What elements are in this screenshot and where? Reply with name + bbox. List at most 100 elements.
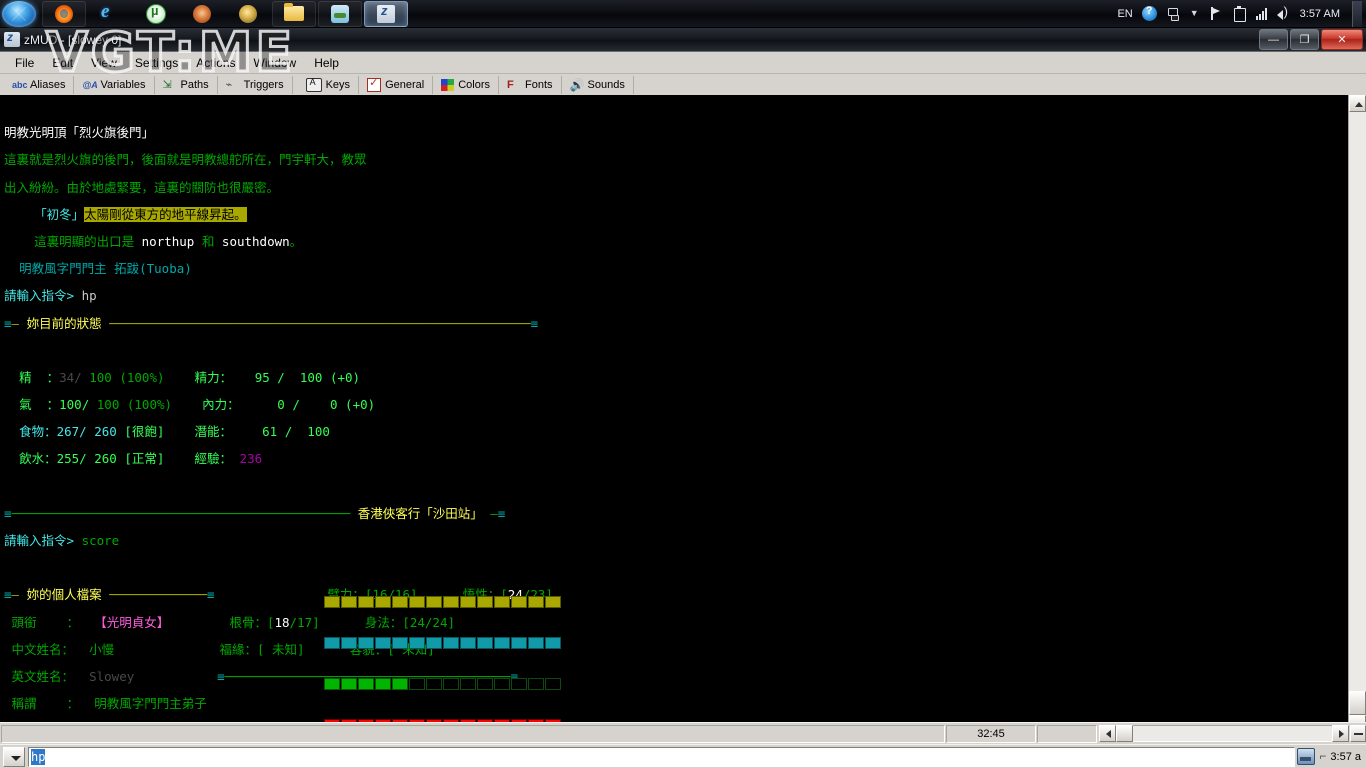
toolbar-aliases[interactable]: abc Aliases <box>4 76 75 94</box>
hp-rnote-1b: (+0) <box>345 397 376 413</box>
toolbar-general[interactable]: General <box>359 76 434 94</box>
hp-max-1a: 100 <box>89 369 112 385</box>
hscroll-thumb[interactable] <box>1116 725 1133 742</box>
minimize-button[interactable]: — <box>1259 29 1288 50</box>
zmud-window: zMUD - [slowey 0] — ❐ ✕ File Edit View S… <box>0 28 1366 750</box>
hp-label-1d: 飲水： <box>19 451 57 467</box>
tray-clock[interactable]: 3:57 AM <box>1300 8 1340 20</box>
menu-help[interactable]: Help <box>305 54 348 72</box>
bar-cell <box>477 677 493 690</box>
horizontal-scrollbar[interactable] <box>1099 725 1349 743</box>
hp-rcur-1c: 61 / <box>262 424 293 440</box>
command-input[interactable]: hp <box>28 746 1296 767</box>
maximize-button[interactable]: ❐ <box>1290 29 1319 50</box>
battery-icon[interactable] <box>1232 6 1247 22</box>
toolbar-keys[interactable]: Keys <box>298 76 360 94</box>
hp-rlabel-1c: 潛能： <box>194 424 233 440</box>
signal-icon[interactable] <box>1255 7 1267 20</box>
food-bar <box>324 596 561 610</box>
zmud-icon <box>377 3 395 23</box>
vertical-scrollbar[interactable] <box>1348 95 1366 732</box>
score-label-0: 頭銜 ： <box>11 614 80 630</box>
attr-tail-2: /17] <box>289 614 320 630</box>
system-tray: EN ▼ 3:57 AM <box>1117 0 1366 27</box>
show-desktop-button[interactable] <box>1352 0 1362 27</box>
taskbar-item-utorrent[interactable] <box>134 1 178 27</box>
gun-icon[interactable]: ⌐ <box>1319 749 1326 764</box>
hscroll-track[interactable] <box>1133 725 1332 742</box>
menu-window[interactable]: Window <box>245 54 306 72</box>
toolbar-colors[interactable]: Colors <box>433 76 499 94</box>
attr-label-2: 根骨： <box>229 614 267 630</box>
scroll-left-button[interactable] <box>1099 725 1116 742</box>
taskbar-item-paint[interactable] <box>318 0 362 27</box>
toolbar-paths-label: Paths <box>180 79 209 91</box>
toolbar-paths[interactable]: ⇲ Paths <box>155 76 218 94</box>
taskbar-item-firefox[interactable] <box>42 0 86 27</box>
command-history-dropdown[interactable] <box>3 746 25 767</box>
bar-cell <box>324 636 340 649</box>
hp-row-1d: 飲水：255/ 260 [正常] 經驗： 236 <box>4 452 1348 466</box>
connection-status-icon[interactable] <box>1297 748 1316 765</box>
scroll-thumb[interactable] <box>1349 691 1366 715</box>
start-button[interactable] <box>2 0 36 27</box>
scroll-up-button[interactable] <box>1349 95 1366 112</box>
exit-and: 和 <box>201 233 215 249</box>
menu-view[interactable]: View <box>82 54 126 72</box>
utorrent-icon <box>146 3 166 24</box>
resize-grip[interactable] <box>1350 725 1366 742</box>
hp-max-1d: 260 <box>94 451 117 467</box>
bar-cell <box>426 636 442 649</box>
score-row-2: 英文姓名： Slowey ≡──────────────────────────… <box>11 668 519 684</box>
menu-settings[interactable]: Settings <box>126 54 187 72</box>
taskbar-item-bird-app[interactable] <box>180 1 224 27</box>
prompt-line-1: 請輸入指令> hp <box>4 289 1348 303</box>
jing-bar <box>324 677 561 692</box>
chevron-up-icon[interactable]: ▼ <box>1190 9 1199 18</box>
bar-cell <box>494 677 510 690</box>
bar-cell <box>392 596 408 609</box>
hp-blank-1 <box>4 344 1348 358</box>
zmud-app-icon[interactable] <box>4 30 20 47</box>
network-icon[interactable] <box>1166 6 1181 21</box>
scroll-right-button[interactable] <box>1332 725 1349 742</box>
ie-icon <box>101 1 119 23</box>
hp-cur-1c: 267/ <box>56 424 87 440</box>
taskbar-item-explorer[interactable] <box>272 0 316 27</box>
bar-cell <box>477 596 493 609</box>
flag-icon[interactable] <box>1208 6 1223 21</box>
close-button[interactable]: ✕ <box>1321 29 1363 50</box>
toolbar-triggers[interactable]: ⌁ Triggers <box>218 76 293 94</box>
menu-edit[interactable]: Edit <box>43 54 82 72</box>
taskbar-item-zmud[interactable] <box>364 0 408 27</box>
hp-rmax-1c: 100 <box>307 424 330 440</box>
command-clock: 3:57 a <box>1330 750 1361 763</box>
menu-actions[interactable]: Actions <box>187 54 244 72</box>
room-desc-1: 這裏就是烈火旗的後門，後面就是明教總舵所在，門宇軒大，教眾 <box>4 152 367 168</box>
bar-cell <box>511 636 527 649</box>
toolbar-fonts[interactable]: F Fonts <box>499 76 562 94</box>
hp-note-1d: [正常] <box>124 451 165 467</box>
toolbar-triggers-label: Triggers <box>243 79 284 91</box>
taskbar-item-globe-app[interactable] <box>226 1 270 27</box>
volume-icon[interactable] <box>1276 4 1291 21</box>
tray-language[interactable]: EN <box>1117 8 1132 20</box>
toolbar-sounds[interactable]: 🔊 Sounds <box>562 76 634 94</box>
help-icon[interactable] <box>1141 5 1157 21</box>
bar-cell <box>460 636 476 649</box>
menu-file[interactable]: File <box>6 54 43 72</box>
hp-max-1c: 260 <box>94 424 117 440</box>
bar-cell <box>409 677 425 690</box>
bar-cell <box>460 596 476 609</box>
hp-blank-2 <box>4 480 1348 494</box>
toolbar-variables[interactable]: @A Variables <box>74 76 155 94</box>
bar-cell <box>392 677 408 690</box>
score-row-3: 稱謂 ： 明教風字門門主弟子 <box>4 697 1348 711</box>
room-title-line: 明教光明頂「烈火旗後門」 <box>4 126 1348 140</box>
mud-output[interactable]: 明教光明頂「烈火旗後門」 這裏就是烈火旗的後門，後面就是明教總舵所在，門宇軒大，… <box>0 95 1348 732</box>
taskbar-item-internet-explorer[interactable] <box>88 1 132 27</box>
command-tray: ⌐ 3:57 a <box>1297 748 1366 765</box>
hp-note-1c: [很飽] <box>124 424 165 440</box>
hp-row-1a: 精 ：34/ 100 (100%) 精力： 95 / 100 (+0) <box>4 371 1348 385</box>
toolbar-keys-label: Keys <box>325 79 351 91</box>
